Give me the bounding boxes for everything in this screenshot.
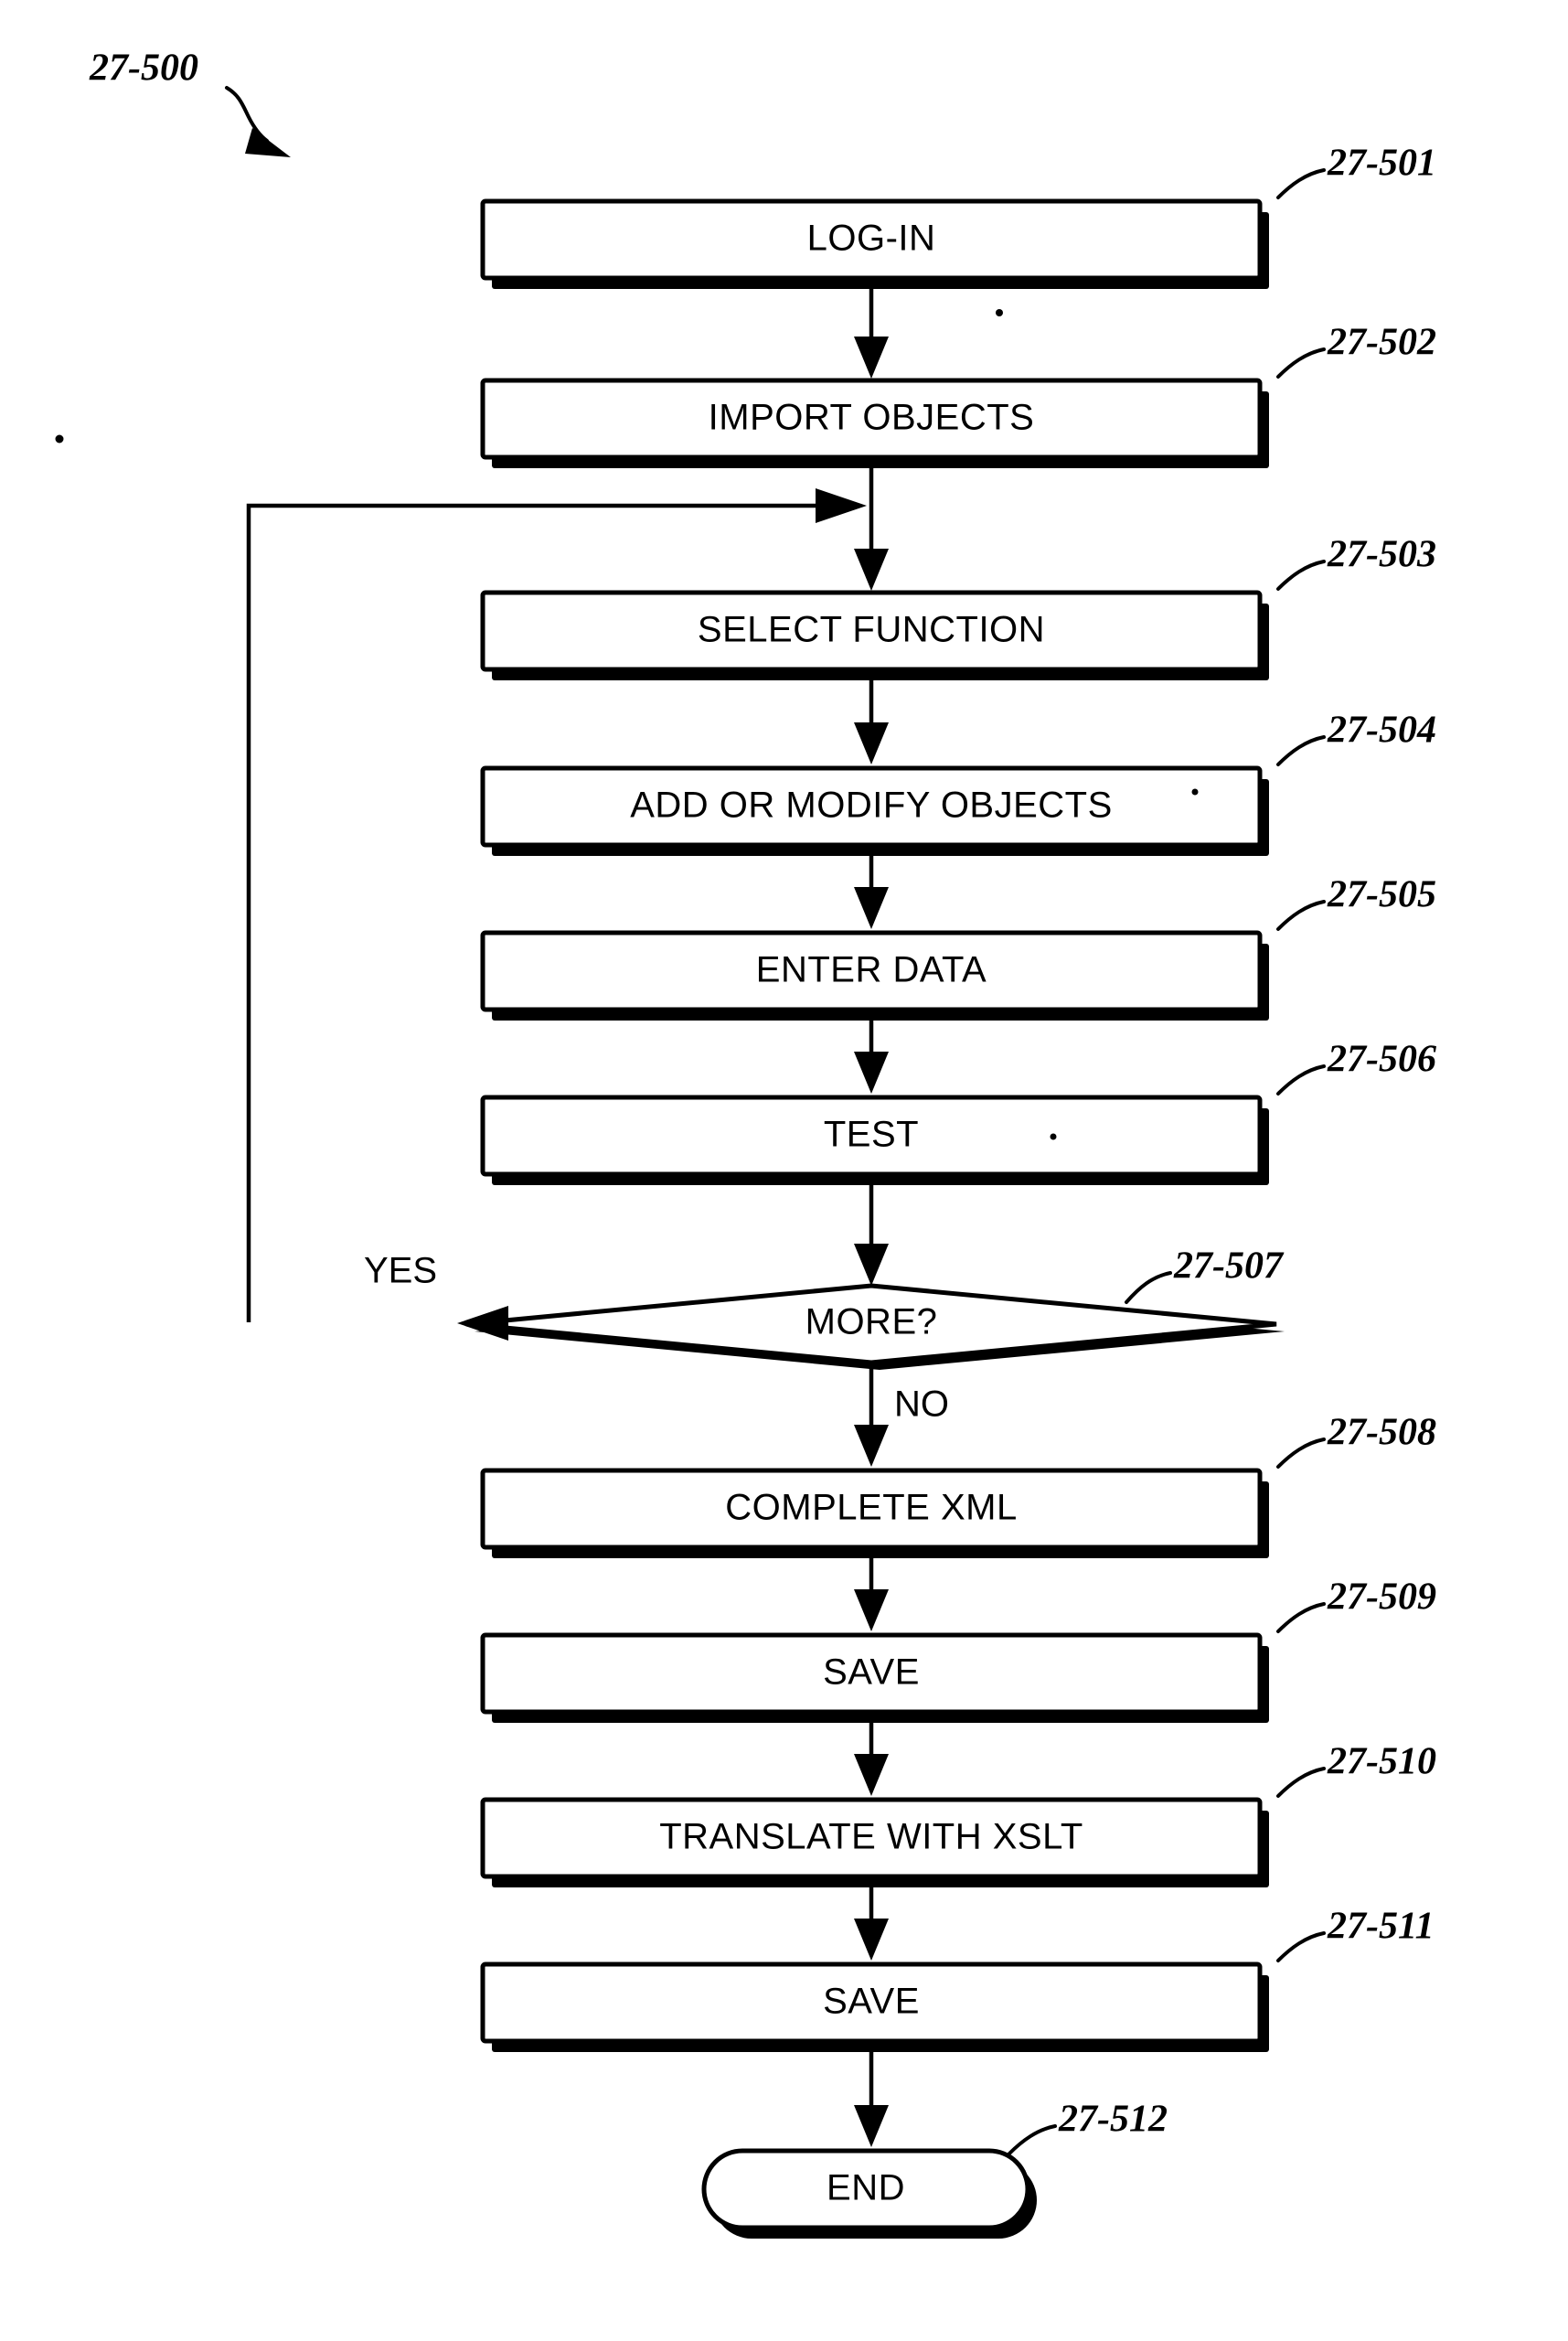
node-end-terminator: END: [701, 2148, 1037, 2239]
node-label: ENTER DATA: [756, 950, 987, 990]
node-add-or-modify-objects: ADD OR MODIFY OBJECTS: [480, 765, 1269, 856]
node-label: TRANSLATE WITH XSLT: [659, 1817, 1083, 1857]
node-enter-data: ENTER DATA: [480, 930, 1269, 1021]
ref-leader-27-512: [1008, 2124, 1057, 2155]
ref-number-27-504: 27-504: [1327, 710, 1436, 752]
node-select-function: SELECT FUNCTION: [480, 590, 1269, 680]
feedback-loop-arrow-head: [816, 488, 867, 523]
ref-leader-27-502: [1276, 347, 1326, 379]
branch-label-yes: YES: [364, 1251, 437, 1291]
node-log-in: LOG-IN: [480, 198, 1269, 289]
node-import-objects: IMPORT OBJECTS: [480, 378, 1269, 468]
edge-n8-n9-arrow: [854, 1589, 889, 1631]
flowchart-canvas: 27-500 YES LOG-IN 27-501 IMPORT OBJECTS …: [55, 48, 1436, 2239]
node-label: ADD OR MODIFY OBJECTS: [630, 786, 1113, 826]
node-label: SELECT FUNCTION: [698, 610, 1045, 650]
node-more-decision: MORE?: [465, 1283, 1285, 1370]
node-label: MORE?: [805, 1302, 938, 1342]
node-translate-with-xslt: TRANSLATE WITH XSLT: [480, 1797, 1269, 1887]
ref-leader-27-510: [1276, 1767, 1326, 1798]
ref-number-27-508: 27-508: [1327, 1412, 1436, 1454]
branch-label-no: NO: [894, 1384, 949, 1425]
node-label: COMPLETE XML: [725, 1488, 1017, 1528]
node-save-second: SAVE: [480, 1962, 1269, 2052]
yes-branch-arrow-head: [457, 1306, 508, 1341]
ref-leader-27-503: [1276, 560, 1326, 591]
edge-n9-n10-arrow: [854, 1754, 889, 1796]
node-label: END: [827, 2168, 905, 2208]
ref-number-27-503: 27-503: [1327, 534, 1436, 576]
node-test: TEST: [480, 1095, 1269, 1185]
edge-n2-n3-arrow: [854, 549, 889, 591]
ref-leader-27-505: [1276, 900, 1326, 931]
edge-n4-n5-arrow: [854, 887, 889, 929]
ref-leader-27-504: [1276, 735, 1326, 766]
ref-leader-27-507: [1125, 1271, 1172, 1304]
ref-leader-27-501: [1276, 168, 1326, 199]
ref-number-27-502: 27-502: [1327, 322, 1436, 364]
ref-number-27-501: 27-501: [1327, 143, 1436, 185]
edge-n7-n8-arrow: [854, 1425, 889, 1467]
edge-n1-n2-arrow: [854, 337, 889, 379]
edge-n11-n12-arrow: [854, 2105, 889, 2147]
ref-number-27-511: 27-511: [1327, 1906, 1435, 1948]
patent-figure: 27-500 YES LOG-IN 27-501 IMPORT OBJECTS …: [0, 0, 1568, 2341]
edge-n5-n6-arrow: [854, 1052, 889, 1094]
ref-leader-27-506: [1276, 1064, 1326, 1096]
node-label: SAVE: [823, 1652, 920, 1693]
figure-leader-line: [225, 86, 269, 143]
node-label: LOG-IN: [807, 219, 936, 259]
node-save-first: SAVE: [480, 1632, 1269, 1723]
ref-number-27-507: 27-507: [1173, 1245, 1285, 1288]
node-label: TEST: [824, 1115, 919, 1155]
ref-number-27-512: 27-512: [1058, 2099, 1168, 2141]
edge-n3-n4-arrow: [854, 722, 889, 764]
ref-leader-27-509: [1276, 1602, 1326, 1633]
figure-arrow-head: [245, 128, 291, 157]
ref-leader-27-511: [1276, 1931, 1326, 1962]
print-speck: [1191, 788, 1199, 796]
node-label: SAVE: [823, 1982, 920, 2022]
edge-n6-n7-arrow: [854, 1244, 889, 1286]
node-label: IMPORT OBJECTS: [709, 398, 1035, 438]
ref-leader-27-508: [1276, 1438, 1326, 1469]
edge-n10-n11-arrow: [854, 1919, 889, 1961]
node-complete-xml: COMPLETE XML: [480, 1468, 1269, 1558]
print-speck: [1050, 1133, 1057, 1140]
ref-number-27-505: 27-505: [1327, 874, 1436, 916]
ref-number-27-510: 27-510: [1327, 1741, 1436, 1783]
ref-number-27-506: 27-506: [1327, 1039, 1436, 1081]
print-speck: [996, 309, 1003, 316]
print-speck: [55, 434, 64, 444]
ref-number-27-509: 27-509: [1327, 1577, 1436, 1619]
figure-number-label: 27-500: [89, 48, 198, 90]
